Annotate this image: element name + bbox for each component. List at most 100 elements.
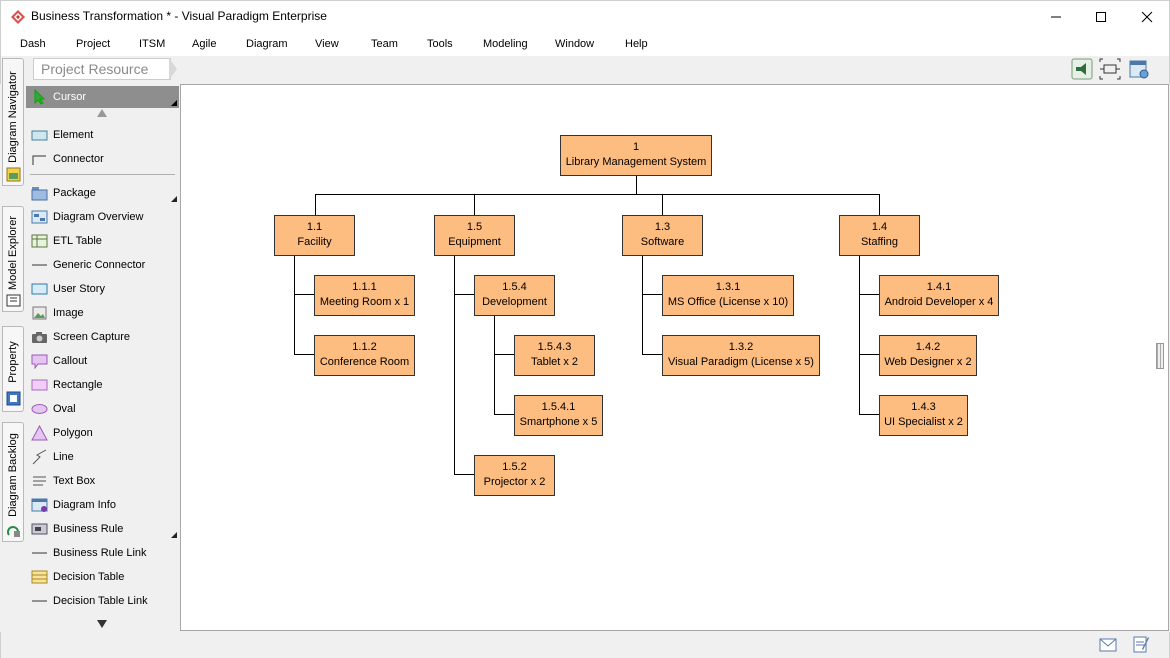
wbs-node-name: Visual Paradigm (License x 5) — [668, 356, 814, 368]
connector-line — [494, 354, 515, 355]
minimize-button[interactable] — [1033, 1, 1079, 33]
palette-oval[interactable]: Oval — [26, 398, 179, 420]
palette-generic-connector[interactable]: Generic Connector — [26, 254, 179, 276]
scroll-up-icon[interactable] — [97, 109, 107, 117]
palette-cursor[interactable]: Cursor — [26, 86, 179, 108]
palette-diagram-overview[interactable]: Diagram Overview — [26, 206, 179, 228]
menu-modeling[interactable]: Modeling — [483, 38, 528, 50]
palette-callout-label: Callout — [53, 355, 88, 367]
wbs-node-development[interactable]: 1.5.4 Development — [474, 275, 555, 316]
splitter-handle[interactable] — [1156, 343, 1164, 369]
menu-team[interactable]: Team — [371, 38, 398, 50]
palette-decision-table[interactable]: Decision Table — [26, 566, 179, 588]
tab-diagram-navigator-label: Diagram Navigator — [7, 71, 19, 163]
tab-diagram-backlog[interactable]: Diagram Backlog — [2, 422, 24, 542]
wbs-node-name: UI Specialist x 2 — [884, 416, 963, 428]
palette-text-box[interactable]: Text Box — [26, 470, 179, 492]
menu-window[interactable]: Window — [555, 38, 594, 50]
wbs-node-tablet[interactable]: 1.5.4.3 Tablet x 2 — [514, 335, 595, 376]
palette-decision-table-link[interactable]: Decision Table Link — [26, 590, 179, 612]
generic-connector-icon — [32, 264, 47, 266]
maximize-button[interactable] — [1078, 1, 1124, 33]
wbs-node-facility[interactable]: 1.1 Facility — [274, 215, 355, 256]
palette-screen-capture[interactable]: Screen Capture — [26, 326, 179, 348]
palette-diagram-info[interactable]: Diagram Info — [26, 494, 179, 516]
wbs-node-id: 1.3 — [654, 221, 671, 233]
palette-cursor-label: Cursor — [53, 91, 87, 103]
palette-rectangle[interactable]: Rectangle — [26, 374, 179, 396]
diagram-info-icon — [31, 498, 48, 512]
wbs-node-name: Smartphone x 5 — [519, 416, 598, 428]
palette-element[interactable]: Element — [26, 124, 179, 146]
mail-icon[interactable] — [1099, 638, 1117, 652]
image-icon — [32, 306, 47, 320]
wbs-node-projector[interactable]: 1.5.2 Projector x 2 — [474, 455, 555, 496]
palette-image[interactable]: Image — [26, 302, 179, 324]
palette-diagram-overview-label: Diagram Overview — [53, 211, 144, 223]
text-box-icon — [33, 476, 46, 486]
wbs-node-root[interactable]: 1 Library Management System — [560, 135, 712, 176]
wbs-node-id: 1.3.1 — [715, 281, 741, 293]
palette-etl-table-label: ETL Table — [53, 235, 102, 247]
wbs-node-conference-room[interactable]: 1.1.2 Conference Room — [314, 335, 415, 376]
wbs-node-android-developer[interactable]: 1.4.1 Android Developer x 4 — [879, 275, 999, 316]
element-icon — [31, 130, 48, 141]
menu-itsm[interactable]: ITSM — [139, 38, 165, 50]
wbs-node-ms-office[interactable]: 1.3.1 MS Office (License x 10) — [662, 275, 794, 316]
tab-model-explorer[interactable]: Model Explorer — [2, 206, 24, 312]
palette-polygon[interactable]: Polygon — [26, 422, 179, 444]
palette-etl-table[interactable]: ETL Table — [26, 230, 179, 252]
announcement-icon[interactable] — [1071, 58, 1093, 80]
connector-line — [494, 315, 495, 415]
scroll-down-icon[interactable] — [97, 620, 107, 628]
connector-line — [454, 474, 475, 475]
wbs-node-staffing[interactable]: 1.4 Staffing — [839, 215, 920, 256]
package-expand-icon — [171, 196, 177, 202]
menu-bar: Dash Project ITSM Agile Diagram View Tea… — [0, 32, 1170, 56]
connector-line — [642, 255, 643, 355]
menu-view[interactable]: View — [315, 38, 339, 50]
tab-property[interactable]: Property — [2, 326, 24, 412]
status-bar — [0, 632, 1170, 658]
close-button[interactable] — [1124, 1, 1170, 33]
tab-diagram-navigator[interactable]: Diagram Navigator — [2, 58, 24, 186]
palette-user-story[interactable]: User Story — [26, 278, 179, 300]
palette-decision-table-link-label: Decision Table Link — [53, 595, 148, 607]
fit-diagram-icon[interactable] — [1099, 58, 1121, 80]
breadcrumb-arrow-icon — [169, 58, 177, 80]
palette-user-story-label: User Story — [53, 283, 105, 295]
palette-connector[interactable]: Connector — [26, 148, 179, 170]
diagram-canvas[interactable]: 1 Library Management System 1.1 Facility… — [180, 84, 1169, 631]
wbs-node-web-designer[interactable]: 1.4.2 Web Designer x 2 — [879, 335, 977, 376]
wbs-node-id: 1.4.3 — [911, 401, 936, 413]
note-edit-icon[interactable] — [1133, 635, 1149, 653]
diagram-properties-icon[interactable] — [1128, 58, 1150, 80]
wbs-node-visual-paradigm[interactable]: 1.3.2 Visual Paradigm (License x 5) — [662, 335, 820, 376]
menu-dash[interactable]: Dash — [20, 38, 46, 50]
menu-project[interactable]: Project — [76, 38, 110, 50]
wbs-node-ui-specialist[interactable]: 1.4.3 UI Specialist x 2 — [879, 395, 968, 436]
palette-diagram-info-label: Diagram Info — [53, 499, 116, 511]
wbs-node-software[interactable]: 1.3 Software — [622, 215, 703, 256]
wbs-node-smartphone[interactable]: 1.5.4.1 Smartphone x 5 — [514, 395, 603, 436]
menu-diagram[interactable]: Diagram — [246, 38, 288, 50]
wbs-node-id: 1.5.2 — [502, 461, 527, 473]
menu-tools[interactable]: Tools — [427, 38, 453, 50]
wbs-node-name: MS Office (License x 10) — [667, 296, 789, 308]
connector-line — [859, 255, 860, 415]
wbs-node-meeting-room[interactable]: 1.1.1 Meeting Room x 1 — [314, 275, 415, 316]
menu-help[interactable]: Help — [625, 38, 648, 50]
menu-agile[interactable]: Agile — [192, 38, 216, 50]
palette-callout[interactable]: Callout — [26, 350, 179, 372]
breadcrumb[interactable]: Project Resource — [33, 58, 171, 80]
palette-business-rule-link[interactable]: Business Rule Link — [26, 542, 179, 564]
palette-business-rule[interactable]: Business Rule — [26, 518, 179, 540]
connector-line — [879, 194, 880, 215]
connector-line — [454, 294, 475, 295]
palette-screen-capture-label: Screen Capture — [53, 331, 131, 343]
decision-table-icon — [31, 570, 48, 584]
palette-package[interactable]: Package — [26, 182, 179, 204]
diagram-navigator-icon — [6, 167, 21, 182]
wbs-node-equipment[interactable]: 1.5 Equipment — [434, 215, 515, 256]
palette-line[interactable]: Line — [26, 446, 179, 468]
